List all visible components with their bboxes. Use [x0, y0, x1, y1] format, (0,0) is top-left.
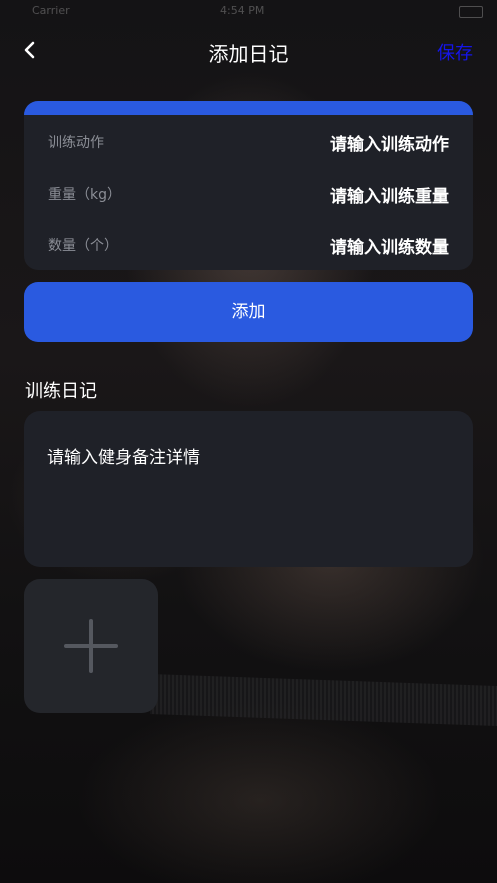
diary-note-placeholder: 请输入健身备注详情 — [47, 448, 200, 468]
add-button[interactable]: 添加 — [24, 282, 473, 342]
weight-input[interactable]: 请输入训练重量 — [330, 182, 449, 207]
exercise-input[interactable]: 请输入训练动作 — [330, 130, 449, 155]
form-row-count: 数量（个） 请输入训练数量 — [24, 219, 473, 269]
diary-section-title: 训练日记 — [25, 381, 97, 402]
add-photo-button[interactable] — [24, 579, 158, 713]
diary-note-input[interactable]: 请输入健身备注详情 — [24, 411, 473, 567]
battery-icon — [459, 6, 483, 18]
exercise-label: 训练动作 — [48, 135, 104, 151]
navigation-bar: 添加日记 保存 — [0, 28, 497, 72]
save-button[interactable]: 保存 — [437, 39, 473, 65]
count-input[interactable]: 请输入训练数量 — [330, 233, 449, 258]
weight-label: 重量（kg） — [48, 187, 121, 203]
card-accent-bar — [24, 101, 473, 115]
status-time: 4:54 PM — [220, 4, 265, 17]
status-bar: Carrier 4:54 PM — [0, 0, 497, 20]
status-carrier: Carrier — [32, 4, 70, 17]
form-row-weight: 重量（kg） 请输入训练重量 — [24, 168, 473, 218]
training-form-card: 训练动作 请输入训练动作 重量（kg） 请输入训练重量 数量（个） 请输入训练数… — [24, 101, 473, 270]
count-label: 数量（个） — [48, 238, 118, 254]
form-row-exercise: 训练动作 请输入训练动作 — [24, 116, 473, 166]
page-title: 添加日记 — [208, 42, 289, 66]
